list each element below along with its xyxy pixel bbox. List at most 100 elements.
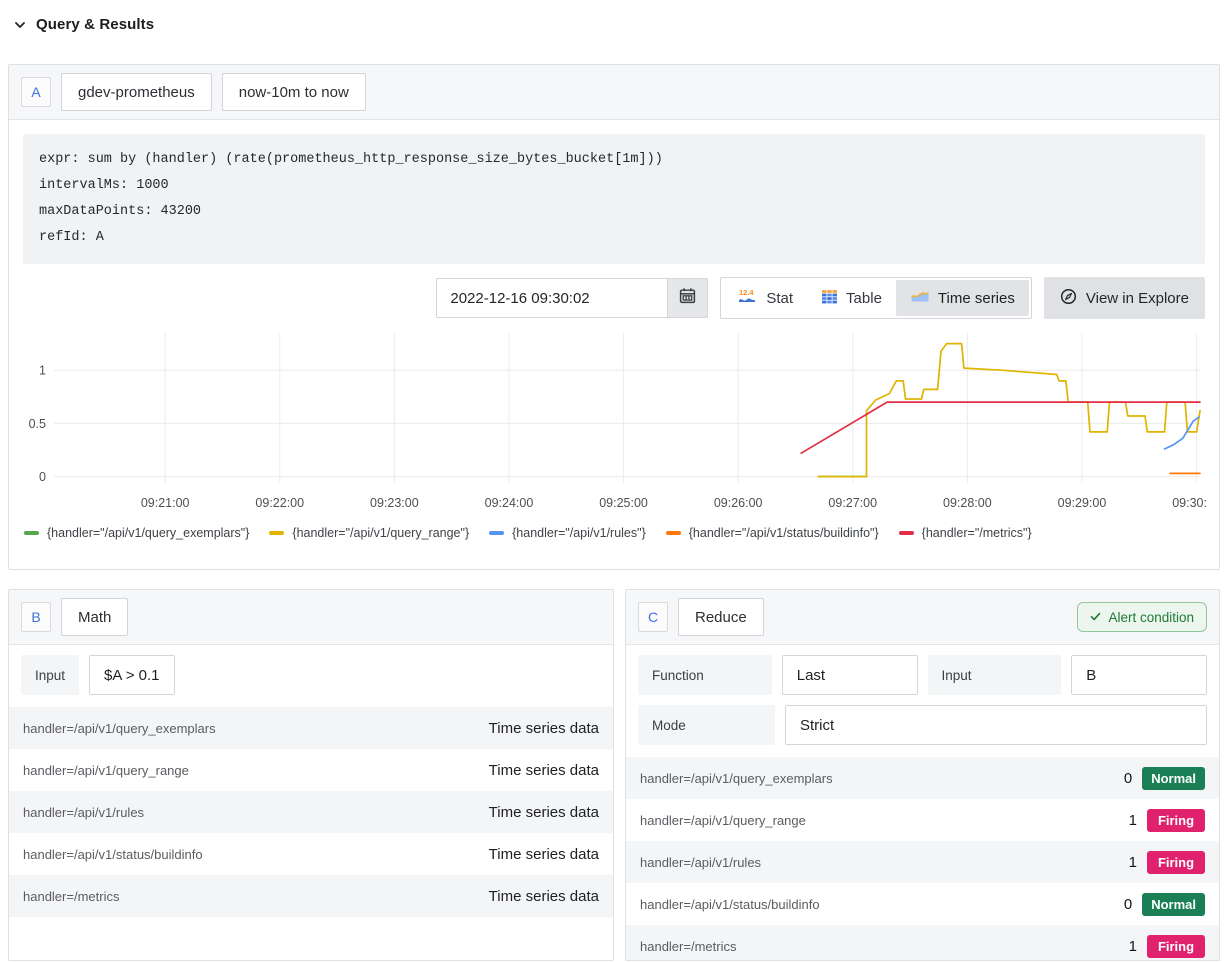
result-toolbar: 2022-12-16 09:30:02 12.4 Stat [23,277,1205,319]
datasource-button[interactable]: gdev-prometheus [61,73,212,111]
row-value: 1 [1129,854,1137,871]
svg-text:09:22:00: 09:22:00 [255,496,304,510]
section-header[interactable]: Query & Results [0,0,1228,45]
table-row: handler=/api/v1/status/buildinfo 0Normal [626,883,1219,925]
table-row: handler=/api/v1/rules Time series data [9,791,613,833]
ref-badge-c: C [638,602,668,632]
legend-label: {handler="/api/v1/rules"} [512,526,646,540]
svg-text:09:30:00: 09:30:00 [1172,496,1206,510]
ref-badge-a: A [21,77,51,107]
svg-text:09:26:00: 09:26:00 [714,496,763,510]
reduce-input-select[interactable]: B [1071,655,1207,695]
row-label: handler=/metrics [23,889,119,904]
reduce-input-label: Input [928,655,1062,695]
check-icon [1090,610,1101,625]
calendar-button[interactable] [668,278,708,318]
panel-b-fields: Input $A > 0.1 [9,645,613,695]
panel-c-results: handler=/api/v1/query_exemplars0Normalha… [626,757,1219,961]
legend-item[interactable]: {handler="/api/v1/rules"} [489,526,646,540]
row-label: handler=/api/v1/rules [640,855,761,870]
row-label: handler=/metrics [640,939,736,954]
tab-table[interactable]: Table [807,280,896,316]
tab-time-series-label: Time series [938,290,1015,307]
state-badge: Firing [1147,851,1205,874]
table-icon [821,288,838,309]
datetime-input[interactable]: 2022-12-16 09:30:02 [436,278,668,318]
legend-label: {handler="/api/v1/query_exemplars"} [47,526,249,540]
row-type: Time series data [489,762,599,779]
legend-swatch [899,531,914,535]
operation-button-reduce[interactable]: Reduce [678,598,764,636]
chart-canvas: 00.5109:21:0009:22:0009:23:0009:24:0009:… [24,323,1206,519]
row-type: Time series data [489,720,599,737]
legend-item[interactable]: {handler="/metrics"} [899,526,1032,540]
function-select[interactable]: Last [782,655,918,695]
legend-swatch [269,531,284,535]
view-mode-switcher: 12.4 Stat Table Time series [720,277,1032,319]
query-expression: expr: sum by (handler) (rate(prometheus_… [23,134,1205,264]
row-type: Time series data [489,804,599,821]
expression-panel-c: C Reduce Alert condition Function Last I… [625,589,1220,961]
row-value: 0 [1124,896,1132,913]
section-title: Query & Results [36,16,154,33]
table-row: handler=/metrics 1Firing [626,925,1219,961]
input-label: Input [21,655,79,695]
svg-text:09:29:00: 09:29:00 [1058,496,1107,510]
tab-stat[interactable]: 12.4 Stat [723,280,807,316]
panel-b-results: handler=/api/v1/query_exemplars Time seri… [9,707,613,917]
svg-text:09:28:00: 09:28:00 [943,496,992,510]
calendar-icon [679,287,696,309]
mode-label: Mode [638,705,775,745]
row-value: 0 [1124,770,1132,787]
table-row: handler=/api/v1/query_range 1 Firing [626,799,1219,841]
state-badge: Normal [1142,767,1205,790]
datetime-picker: 2022-12-16 09:30:02 [436,278,708,318]
svg-text:09:25:00: 09:25:00 [599,496,648,510]
svg-text:1: 1 [39,364,46,378]
row-result: 1 Firing [1129,809,1205,832]
math-expression-input[interactable]: $A > 0.1 [89,655,174,695]
tab-stat-label: Stat [766,290,793,307]
table-row: handler=/api/v1/query_exemplars Time seri… [9,707,613,749]
row-label: handler=/api/v1/rules [23,805,144,820]
state-badge: Firing [1147,935,1205,958]
operation-button-math[interactable]: Math [61,598,128,636]
row-label: handler=/api/v1/status/buildinfo [23,847,203,862]
row-label: handler=/api/v1/query_range [640,813,806,828]
panel-c-fields-row1: Function Last Input B [626,645,1219,695]
tab-time-series[interactable]: Time series [896,280,1029,316]
function-label: Function [638,655,772,695]
view-in-explore-button[interactable]: View in Explore [1044,277,1205,319]
row-result: 1Firing [1129,935,1205,958]
legend-label: {handler="/metrics"} [922,526,1032,540]
table-row: handler=/api/v1/query_rangeTime series d… [9,749,613,791]
row-label: handler=/api/v1/query_exemplars [23,721,216,736]
svg-text:0.5: 0.5 [29,417,46,431]
svg-text:09:23:00: 09:23:00 [370,496,419,510]
legend-swatch [489,531,504,535]
legend-item[interactable]: {handler="/api/v1/query_range"} [269,526,469,540]
panel-b-header: B Math [9,590,613,645]
state-badge: Firing [1147,809,1205,832]
table-row: handler=/api/v1/rules 1 Firing [626,841,1219,883]
stat-icon: 12.4 [737,288,758,309]
compass-icon [1060,288,1077,309]
row-type: Time series data [489,888,599,905]
legend-swatch [24,531,39,535]
legend-swatch [666,531,681,535]
svg-text:09:27:00: 09:27:00 [828,496,877,510]
row-type: Time series data [489,846,599,863]
row-value: 1 [1129,812,1137,829]
row-result: 0Normal [1124,893,1205,916]
tab-table-label: Table [846,290,882,307]
timerange-button[interactable]: now-10m to now [222,73,366,111]
legend-label: {handler="/api/v1/query_range"} [292,526,469,540]
row-result: 0 Normal [1124,767,1205,790]
legend-item[interactable]: {handler="/api/v1/query_exemplars"} [24,526,249,540]
legend-item[interactable]: {handler="/api/v1/status/buildinfo"} [666,526,879,540]
mode-select[interactable]: Strict [785,705,1207,745]
row-label: handler=/api/v1/status/buildinfo [640,897,820,912]
row-result: 1 Firing [1129,851,1205,874]
ref-badge-b: B [21,602,51,632]
legend-label: {handler="/api/v1/status/buildinfo"} [689,526,879,540]
